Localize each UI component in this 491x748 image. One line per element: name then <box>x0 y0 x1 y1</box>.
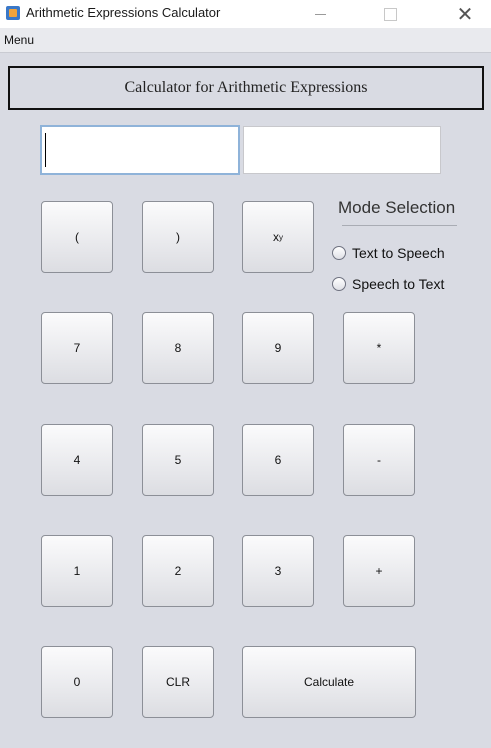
subtract-button[interactable]: - <box>343 424 415 496</box>
mode-separator <box>342 225 457 226</box>
page-title: Calculator for Arithmetic Expressions <box>8 66 484 110</box>
power-button[interactable]: xy <box>242 201 314 273</box>
key-7-button[interactable]: 7 <box>41 312 113 384</box>
key-5-button[interactable]: 5 <box>142 424 214 496</box>
mode-selection-title: Mode Selection <box>338 198 456 217</box>
key-0-button[interactable]: 0 <box>41 646 113 718</box>
calculate-button[interactable]: Calculate <box>242 646 416 718</box>
java-app-icon <box>6 6 20 20</box>
radio-label: Text to Speech <box>352 245 445 261</box>
maximize-icon <box>383 7 397 21</box>
radio-circle-icon <box>332 277 346 291</box>
title-bar: Arithmetic Expressions Calculator ✕ <box>0 0 491 28</box>
radio-circle-icon <box>332 246 346 260</box>
key-1-button[interactable]: 1 <box>41 535 113 607</box>
menu-item-menu[interactable]: Menu <box>4 33 34 47</box>
clear-button[interactable]: CLR <box>142 646 214 718</box>
multiply-button[interactable]: * <box>343 312 415 384</box>
radio-speech-to-text[interactable]: Speech to Text <box>332 276 444 292</box>
close-paren-button[interactable]: ) <box>142 201 214 273</box>
minimize-button[interactable] <box>300 0 340 28</box>
minimize-icon <box>314 13 326 15</box>
key-3-button[interactable]: 3 <box>242 535 314 607</box>
result-field[interactable] <box>243 126 441 174</box>
key-4-button[interactable]: 4 <box>41 424 113 496</box>
text-cursor <box>45 133 46 167</box>
add-button[interactable]: + <box>343 535 415 607</box>
key-6-button[interactable]: 6 <box>242 424 314 496</box>
menu-bar: Menu <box>0 28 491 53</box>
close-button[interactable]: ✕ <box>445 0 485 28</box>
key-2-button[interactable]: 2 <box>142 535 214 607</box>
key-9-button[interactable]: 9 <box>242 312 314 384</box>
radio-label: Speech to Text <box>352 276 445 292</box>
window-title: Arithmetic Expressions Calculator <box>26 5 221 20</box>
open-paren-button[interactable]: ( <box>41 201 113 273</box>
maximize-button[interactable] <box>370 0 410 28</box>
key-8-button[interactable]: 8 <box>142 312 214 384</box>
expression-input[interactable] <box>40 125 240 175</box>
radio-text-to-speech[interactable]: Text to Speech <box>332 245 445 261</box>
power-exp-label: y <box>279 232 283 242</box>
